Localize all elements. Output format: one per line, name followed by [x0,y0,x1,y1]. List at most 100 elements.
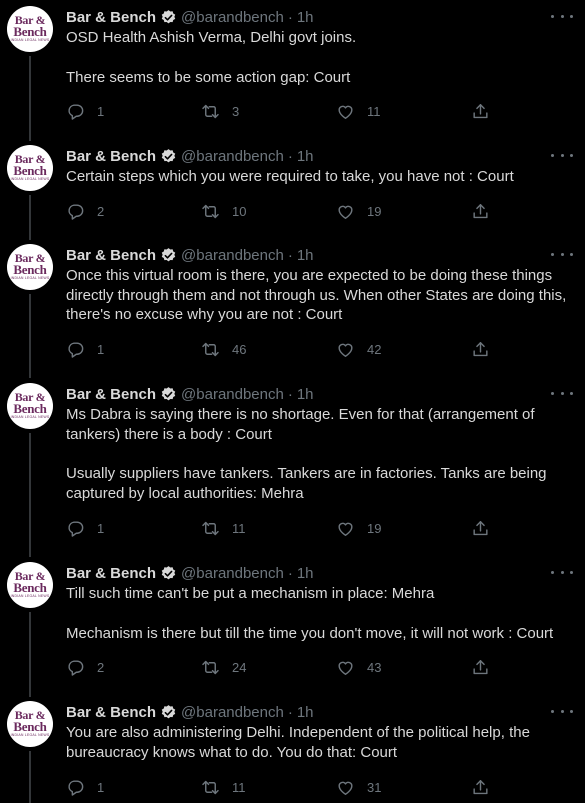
reply-icon [68,341,84,358]
retweet-count: 24 [232,659,247,675]
retweet-icon [202,204,219,218]
reply-button[interactable]: 1 [66,101,104,121]
retweet-button[interactable]: 3 [201,101,239,121]
tweet-paragraph: Mechanism is there but till the time you… [66,624,554,642]
avatar[interactable]: Bar & Bench INDIAN LEGAL NEWS [7,383,53,429]
user-handle[interactable]: @barandbench [181,386,284,403]
share-icon [473,520,488,535]
display-name[interactable]: Bar & Bench [66,247,156,264]
display-name[interactable]: Bar & Bench [66,386,156,403]
like-button[interactable]: 31 [336,777,381,797]
user-handle[interactable]: @barandbench [181,704,284,721]
share-button[interactable] [471,657,490,677]
retweet-button[interactable]: 11 [201,777,246,797]
verified-badge-icon [161,148,176,162]
tweet-actions: 1 3 11 [66,101,496,121]
like-button[interactable]: 43 [336,657,381,677]
tweet-header: Bar & Bench @barandbench · 1h [66,7,314,27]
like-count: 19 [367,203,382,219]
display-name[interactable]: Bar & Bench [66,704,156,721]
like-button[interactable]: 42 [336,339,381,359]
timestamp[interactable]: 1h [297,148,314,165]
retweet-button[interactable]: 24 [201,657,246,677]
avatar[interactable]: Bar & Bench INDIAN LEGAL NEWS [7,701,53,747]
more-options-icon[interactable] [551,704,573,718]
reply-count: 2 [97,203,105,219]
like-count: 31 [367,779,382,795]
reply-icon [68,779,84,796]
heart-icon [338,661,353,675]
more-options-icon[interactable] [551,386,573,400]
thread-line [29,612,31,697]
verified-badge-icon [161,247,176,261]
more-options-icon[interactable] [551,247,573,261]
avatar-text-line2: Bench [13,401,47,416]
tweet[interactable]: Bar & Bench INDIAN LEGAL NEWS Bar & Benc… [0,244,585,378]
separator-dot: · [287,8,293,26]
avatar[interactable]: Bar & Bench INDIAN LEGAL NEWS [7,562,53,608]
timestamp[interactable]: 1h [297,9,314,26]
tweet-text: Ms Dabra is saying there is no shortage.… [66,405,576,503]
avatar[interactable]: Bar & Bench INDIAN LEGAL NEWS [7,6,53,52]
reply-button[interactable]: 2 [66,201,104,221]
retweet-button[interactable]: 10 [201,201,246,221]
avatar[interactable]: Bar & Bench INDIAN LEGAL NEWS [7,244,53,290]
tweet[interactable]: Bar & Bench INDIAN LEGAL NEWS Bar & Benc… [0,562,585,697]
share-button[interactable] [471,518,490,538]
thread-line [29,56,31,141]
tweet[interactable]: Bar & Bench INDIAN LEGAL NEWS Bar & Benc… [0,6,585,141]
reply-icon [68,203,84,220]
avatar[interactable]: Bar & Bench INDIAN LEGAL NEWS [7,145,53,191]
more-options-icon[interactable] [551,565,573,579]
more-options-icon[interactable] [551,9,573,23]
like-count: 42 [367,341,382,357]
more-options-icon[interactable] [551,148,573,162]
tweet-header: Bar & Bench @barandbench · 1h [66,563,314,583]
verified-badge-icon [161,565,176,579]
user-handle[interactable]: @barandbench [181,9,284,26]
display-name[interactable]: Bar & Bench [66,148,156,165]
share-button[interactable] [471,201,490,221]
separator-dot: · [287,703,293,721]
retweet-icon [202,342,219,356]
tweet[interactable]: Bar & Bench INDIAN LEGAL NEWS Bar & Benc… [0,701,585,803]
tweet-text: Certain steps which you were required to… [66,167,576,187]
retweet-count: 10 [232,203,247,219]
thread-line [29,751,31,803]
retweet-button[interactable]: 11 [201,518,246,538]
reply-button[interactable]: 1 [66,777,104,797]
like-button[interactable]: 19 [336,518,381,538]
like-button[interactable]: 19 [336,201,381,221]
share-button[interactable] [471,101,490,121]
verified-badge-icon [161,704,176,718]
tweet-paragraph: Ms Dabra is saying there is no shortage.… [66,406,535,443]
timestamp[interactable]: 1h [297,386,314,403]
tweet-paragraph: There seems to be some action gap: Court [66,68,351,86]
avatar-text-line2: Bench [13,580,47,595]
user-handle[interactable]: @barandbench [181,565,284,582]
reply-button[interactable]: 1 [66,339,104,359]
like-button[interactable]: 11 [336,101,381,121]
user-handle[interactable]: @barandbench [181,148,284,165]
retweet-icon [202,104,219,118]
avatar-text-line3: INDIAN LEGAL NEWS [10,276,50,280]
timestamp[interactable]: 1h [297,565,314,582]
reply-button[interactable]: 2 [66,657,104,677]
tweet[interactable]: Bar & Bench INDIAN LEGAL NEWS Bar & Benc… [0,383,585,557]
verified-badge-icon [161,9,176,23]
reply-button[interactable]: 1 [66,518,104,538]
share-button[interactable] [471,777,490,797]
tweet-actions: 1 11 31 [66,777,496,797]
display-name[interactable]: Bar & Bench [66,565,156,582]
share-button[interactable] [471,339,490,359]
timestamp[interactable]: 1h [297,704,314,721]
tweet-actions: 2 24 43 [66,657,496,677]
timestamp[interactable]: 1h [297,247,314,264]
like-count: 43 [367,659,382,675]
user-handle[interactable]: @barandbench [181,247,284,264]
share-icon [473,779,488,794]
reply-count: 1 [97,520,105,536]
tweet[interactable]: Bar & Bench INDIAN LEGAL NEWS Bar & Benc… [0,145,585,240]
retweet-button[interactable]: 46 [201,339,246,359]
display-name[interactable]: Bar & Bench [66,9,156,26]
